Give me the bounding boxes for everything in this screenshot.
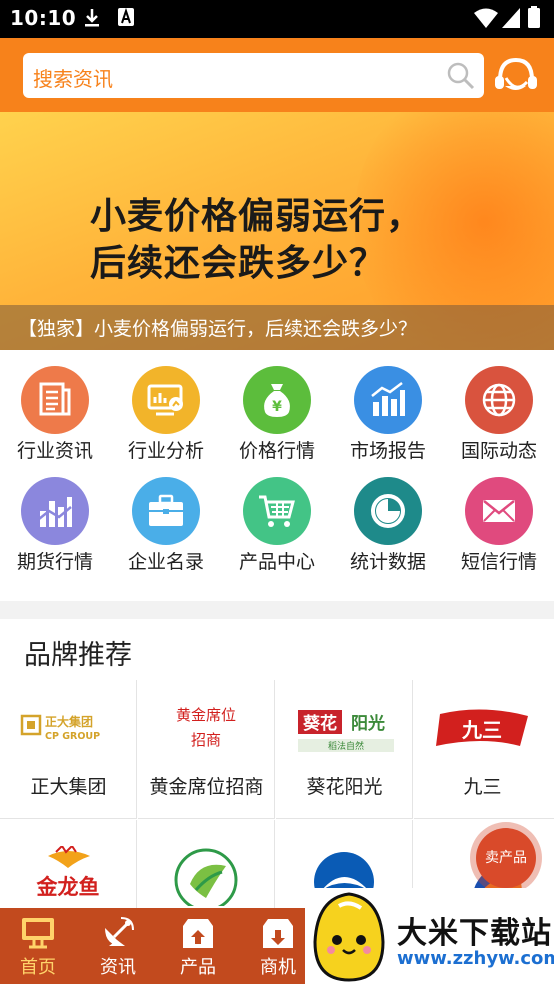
gold-seat-logo-text: 黄金席位 — [176, 706, 236, 724]
kuihua-logo: 葵花 阳光 稻法自然 — [294, 706, 394, 752]
watermark: 大米下载站 www.zzhyw.com — [305, 888, 554, 984]
box-upload-icon — [183, 919, 213, 948]
brand-name: 正大集团 — [30, 776, 107, 798]
brand-card-cp-group[interactable]: 正大集团 CP GROUP 正大集团 — [0, 680, 137, 819]
category-products[interactable]: 产品中心 — [222, 461, 332, 573]
category-market-report[interactable]: 市场报告 — [333, 350, 443, 462]
brand-card-kuihua[interactable]: 葵花 阳光 稻法自然 葵花阳光 — [276, 680, 413, 819]
search-icon[interactable] — [446, 61, 476, 95]
satellite-icon — [105, 917, 134, 946]
gold-seat-logo: 黄金席位 招商 — [156, 698, 256, 749]
bar-chart-icon — [354, 366, 422, 434]
mascot-logo — [313, 892, 385, 982]
watermark-title: 大米下载站 — [397, 916, 552, 951]
category-news[interactable]: 行业资讯 — [0, 350, 110, 462]
wifi-icon — [474, 8, 498, 32]
status-bar: 10:10 — [0, 0, 554, 38]
sell-product-label: 卖产品 — [476, 828, 536, 888]
category-analysis[interactable]: 行业分析 — [111, 350, 221, 462]
analysis-icon — [132, 366, 200, 434]
box-download-icon — [263, 919, 293, 948]
category-price[interactable]: ¥ 价格行情 — [222, 350, 332, 462]
bottom-nav: 首页 资讯 产品 商机 — [0, 908, 305, 984]
category-label: 短信行情 — [460, 551, 537, 573]
category-label: 产品中心 — [238, 551, 315, 573]
top-header: 搜索资讯 — [0, 38, 554, 112]
banner-headline-line1: 小麦价格偏弱运行， — [90, 196, 424, 237]
globe-icon — [465, 366, 533, 434]
nav-news[interactable]: 资讯 — [80, 908, 156, 984]
gold-seat-logo-sub: 招商 — [191, 731, 221, 749]
category-label: 行业资讯 — [16, 440, 93, 462]
jinlongyu-logo: 金龙鱼 — [18, 844, 118, 899]
svg-text:葵花: 葵花 — [303, 713, 337, 734]
customer-service-icon[interactable] — [493, 56, 539, 100]
brand-name: 葵花阳光 — [306, 776, 383, 798]
nav-home[interactable]: 首页 — [0, 908, 76, 984]
briefcase-icon — [132, 477, 200, 545]
category-grid: 行业资讯 行业分析 ¥ 价格行情 市场报告 国际动态 期货行情 企业名录 产品中… — [0, 350, 554, 601]
brand-name: 黄金席位招商 — [149, 776, 264, 798]
news-banner[interactable]: 小麦价格偏弱运行， 后续还会跌多少？ 【独家】小麦价格偏弱运行，后续还会跌多少？ — [0, 112, 554, 350]
battery-icon — [528, 6, 540, 32]
app-screen: 10:10 搜索资讯 小麦价格偏弱运行， 后续还会跌多少？ 【独家】小麦价格偏弱… — [0, 0, 554, 984]
nav-label: 产品 — [180, 957, 216, 978]
status-time: 10:10 — [10, 6, 77, 30]
news-icon — [21, 366, 89, 434]
blue-circle-logo — [294, 846, 394, 912]
money-bag-icon: ¥ — [243, 366, 311, 434]
category-label: 期货行情 — [16, 551, 93, 573]
category-futures[interactable]: 期货行情 — [0, 461, 110, 573]
brand-card-gold-seat[interactable]: 黄金席位 招商 黄金席位招商 — [138, 680, 275, 819]
signal-icon — [502, 8, 520, 32]
pie-chart-icon — [354, 477, 422, 545]
category-label: 国际动态 — [460, 440, 537, 462]
brand-section-title: 品牌推荐 — [24, 640, 132, 671]
font-a-icon — [118, 7, 134, 30]
cp-group-logo: 正大集团 CP GROUP — [18, 706, 118, 750]
category-directory[interactable]: 企业名录 — [111, 461, 221, 573]
futures-chart-icon — [21, 477, 89, 545]
category-label: 统计数据 — [349, 551, 426, 573]
svg-text:¥: ¥ — [272, 399, 282, 415]
monitor-icon — [22, 918, 54, 949]
category-statistics[interactable]: 统计数据 — [333, 461, 443, 573]
download-icon — [84, 8, 100, 32]
banner-headline: 小麦价格偏弱运行， 后续还会跌多少？ — [90, 194, 530, 288]
cp-logo-sub: CP GROUP — [45, 731, 100, 742]
nav-label: 资讯 — [100, 957, 136, 978]
jinlongyu-logo-text: 金龙鱼 — [36, 875, 100, 899]
category-label: 行业分析 — [127, 440, 204, 462]
kuihua-logo-sub: 稻法自然 — [328, 740, 364, 752]
jiusan-logo-sub: JIUSAN — [472, 742, 492, 748]
brand-name: 九三 — [463, 776, 502, 798]
banner-caption: 【独家】小麦价格偏弱运行，后续还会跌多少？ — [0, 305, 554, 350]
cp-logo-text: 正大集团 — [45, 714, 93, 729]
watermark-url: www.zzhyw.com — [397, 948, 554, 969]
banner-headline-line2: 后续还会跌多少？ — [90, 242, 387, 284]
sell-product-button[interactable]: 卖产品 — [470, 822, 542, 894]
jiusan-logo-text: 九三 — [461, 718, 502, 742]
cart-icon — [243, 477, 311, 545]
category-label: 价格行情 — [238, 440, 315, 462]
nav-label: 首页 — [20, 957, 56, 978]
mail-icon — [465, 477, 533, 545]
category-label: 企业名录 — [127, 551, 204, 573]
category-international[interactable]: 国际动态 — [444, 350, 554, 462]
search-input[interactable]: 搜索资讯 — [23, 53, 484, 98]
category-sms[interactable]: 短信行情 — [444, 461, 554, 573]
jiusan-logo: 九三 JIUSAN — [432, 706, 532, 750]
svg-text:阳光: 阳光 — [351, 713, 385, 734]
category-label: 市场报告 — [349, 440, 426, 462]
nav-products[interactable]: 产品 — [160, 908, 236, 984]
search-placeholder: 搜索资讯 — [33, 67, 113, 91]
brand-card-jiusan[interactable]: 九三 JIUSAN 九三 — [414, 680, 554, 819]
green-leaf-logo — [156, 846, 256, 912]
